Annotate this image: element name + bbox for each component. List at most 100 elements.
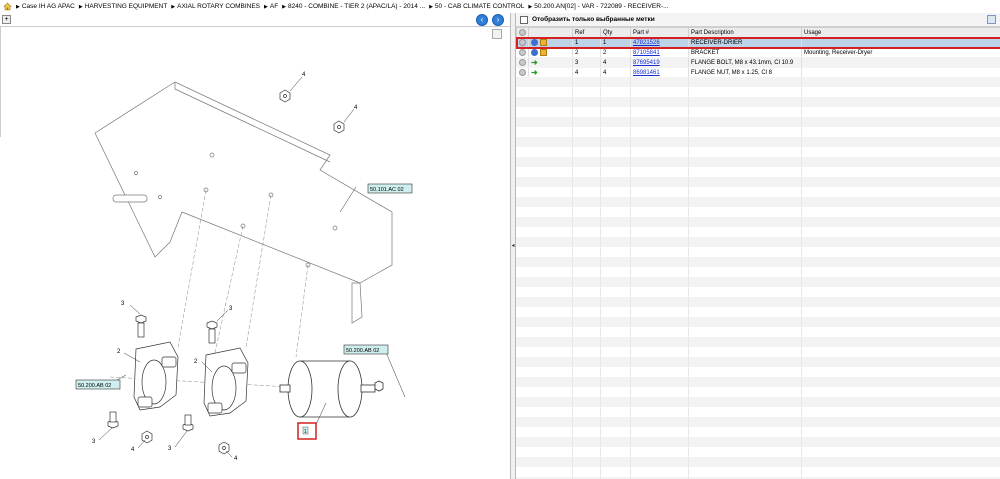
callout-number[interactable]: 4 xyxy=(354,105,358,111)
previous-arrow-icon[interactable]: ‹ xyxy=(476,14,488,26)
breadcrumb-item-label[interactable]: 8240 - COMBINE - TIER 2 (APAC/LA) - 2014… xyxy=(288,3,425,10)
breadcrumb-item-label[interactable]: 50 - CAB CLIMATE CONTROL xyxy=(435,3,524,10)
callout-number[interactable]: 3 xyxy=(229,306,233,312)
row-icons-cell xyxy=(528,37,573,48)
ref-cell: 2 xyxy=(572,47,601,58)
column-divider xyxy=(688,27,689,479)
row-select-icon[interactable] xyxy=(518,38,526,46)
breadcrumb-item[interactable]: ▶ 50.200.AN[02] - VAR - 722089 - RECEIVER… xyxy=(528,3,668,10)
parts-list-pane: Отобразить только выбранные метки Ref Qt… xyxy=(516,13,1000,479)
callout-number[interactable]: 2 xyxy=(194,359,198,365)
show-selected-only-checkbox[interactable] xyxy=(520,15,528,24)
callout-number[interactable]: 2 xyxy=(117,349,121,355)
part-number-link[interactable]: 87695419 xyxy=(633,60,660,66)
row-select-icon[interactable] xyxy=(518,58,526,66)
part-number-column-header[interactable]: Part # xyxy=(630,27,689,38)
part-number-link[interactable]: 47821526 xyxy=(633,40,660,46)
reference-box-label[interactable]: 50.200.AB 02 xyxy=(78,383,111,389)
part-info-icon[interactable] xyxy=(531,38,538,46)
callout-number[interactable]: 3 xyxy=(168,446,172,452)
usage-column-header[interactable]: Usage xyxy=(801,27,1000,38)
breadcrumb-item[interactable]: ▶ AF xyxy=(264,3,278,10)
add-to-cart-icon[interactable] xyxy=(540,38,547,46)
select-all-icon[interactable] xyxy=(519,28,526,36)
chevron-right-icon: ▶ xyxy=(429,4,433,10)
breadcrumb-item-label[interactable]: HARVESTING EQUIPMENT xyxy=(85,3,168,10)
breadcrumb-item[interactable]: ▶ HARVESTING EQUIPMENT xyxy=(79,3,167,10)
row-icons-cell: ➜ xyxy=(528,57,573,68)
callout-number[interactable]: 3 xyxy=(92,439,96,445)
table-row[interactable]: 1 1 47821526 RECEIVER-DRIER xyxy=(516,36,1000,49)
row-select-icon[interactable] xyxy=(518,68,526,76)
part-number-cell[interactable]: 87695419 xyxy=(630,57,689,68)
row-select-cell[interactable] xyxy=(516,57,529,68)
usage-cell: Mounting, Receiver-Dryer xyxy=(801,47,1000,58)
ref-column-header[interactable]: Ref xyxy=(572,27,601,38)
callout-number[interactable]: 4 xyxy=(131,447,135,453)
qty-cell: 2 xyxy=(600,47,631,58)
select-all-column-header[interactable] xyxy=(516,27,529,38)
row-select-cell[interactable] xyxy=(516,47,529,58)
row-select-cell[interactable] xyxy=(516,37,529,48)
breadcrumb-item-label[interactable]: Case IH AG APAC xyxy=(22,3,75,10)
reference-box[interactable]: 50.200.AB 02 xyxy=(75,379,121,390)
next-arrow-icon[interactable]: › xyxy=(492,14,504,26)
chevron-right-icon: ▶ xyxy=(282,4,287,10)
bracket-plate-drawing xyxy=(94,81,393,324)
breadcrumb-item-label[interactable]: AF xyxy=(270,3,278,10)
add-to-cart-icon[interactable] xyxy=(540,48,547,56)
table-row[interactable]: ➜ 3 4 87695419 FLANGE BOLT, M8 x 43.1mm,… xyxy=(516,57,1000,68)
breadcrumb-item[interactable]: ▶ AXIAL ROTARY COMBINES xyxy=(171,3,260,10)
part-number-cell[interactable]: 87105841 xyxy=(630,47,689,58)
breadcrumb-item[interactable]: ▶ Case IH AG APAC xyxy=(16,3,75,10)
column-divider xyxy=(572,27,573,479)
show-selected-only-label: Отобразить только выбранные метки xyxy=(532,16,655,23)
table-row[interactable]: 2 2 87105841 BRACKET Mounting, Receiver-… xyxy=(516,47,1000,58)
reference-box-label[interactable]: 50.101.AC 02 xyxy=(370,187,404,193)
description-cell: FLANGE BOLT, M8 x 43.1mm, Cl 10.9 xyxy=(688,57,802,68)
reference-box[interactable]: 50.101.AC 02 xyxy=(367,183,413,194)
qty-column-header[interactable]: Qty xyxy=(600,27,631,38)
expand-button[interactable]: + xyxy=(2,15,11,24)
breadcrumb-item-label[interactable]: 50.200.AN[02] - VAR - 722089 - RECEIVER-… xyxy=(534,3,668,10)
chevron-right-icon: ▶ xyxy=(78,4,83,10)
chevron-right-icon: ▶ xyxy=(171,4,176,10)
ref-cell: 3 xyxy=(572,57,601,68)
column-settings-icon[interactable] xyxy=(987,15,996,24)
callout-number[interactable]: 4 xyxy=(234,456,238,462)
breadcrumb-item-label[interactable]: AXIAL ROTARY COMBINES xyxy=(177,3,260,10)
qty-cell: 4 xyxy=(600,67,631,78)
ref-cell: 1 xyxy=(572,37,601,48)
usage-cell xyxy=(801,67,1000,78)
selected-callout[interactable]: 1 xyxy=(297,422,317,440)
part-number-link[interactable]: 87105841 xyxy=(633,50,660,56)
replacement-arrow-icon[interactable]: ➜ xyxy=(531,68,539,76)
row-icons-cell xyxy=(528,47,573,58)
usage-cell xyxy=(801,57,1000,68)
table-header-row: Ref Qty Part # Part Description Usage xyxy=(516,27,1000,38)
callout-number[interactable]: 4 xyxy=(302,72,306,78)
part-number-link[interactable]: 86981461 xyxy=(633,70,660,76)
diagram-toolbar: + ‹ › xyxy=(0,13,510,27)
reference-box[interactable]: 50.200.AB 02 xyxy=(343,344,389,355)
row-select-icon[interactable] xyxy=(518,48,526,56)
breadcrumb-item[interactable]: ▶ 50 - CAB CLIMATE CONTROL xyxy=(429,3,524,10)
callout-number[interactable]: 3 xyxy=(121,301,125,307)
breadcrumb-item[interactable]: ▶ 8240 - COMBINE - TIER 2 (APAC/LA) - 201… xyxy=(282,3,425,10)
parts-table-wrap: Ref Qty Part # Part Description Usage 1 … xyxy=(516,27,1000,479)
table-row[interactable]: ➜ 4 4 86981461 FLANGE NUT, M8 x 1.25, Cl… xyxy=(516,67,1000,78)
part-description-column-header[interactable]: Part Description xyxy=(688,27,802,38)
column-divider xyxy=(600,27,601,479)
home-icon[interactable] xyxy=(3,2,12,11)
column-divider xyxy=(801,27,802,479)
chevron-right-icon: ▶ xyxy=(264,4,268,10)
receiver-drier-drawing xyxy=(279,360,384,418)
reference-box-label[interactable]: 50.200.AB 02 xyxy=(346,348,379,354)
collapse-handle-icon[interactable]: ◂ xyxy=(511,241,515,251)
part-info-icon[interactable] xyxy=(531,48,538,56)
replacement-arrow-icon[interactable]: ➜ xyxy=(531,58,539,66)
row-select-cell[interactable] xyxy=(516,67,529,78)
part-number-cell[interactable]: 86981461 xyxy=(630,67,689,78)
part-number-cell[interactable]: 47821526 xyxy=(630,37,689,48)
description-cell: FLANGE NUT, M8 x 1.25, Cl 8 xyxy=(688,67,802,78)
